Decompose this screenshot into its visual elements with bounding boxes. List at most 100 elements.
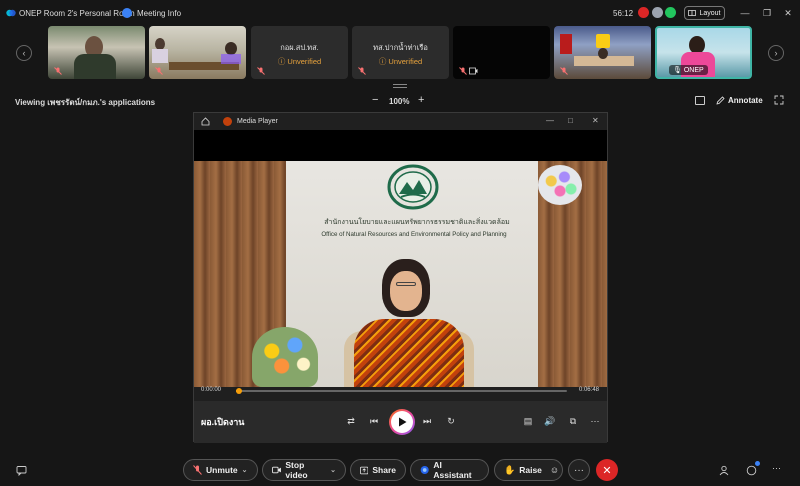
play-button[interactable] [389,409,415,435]
raise-hand-button[interactable]: ✋ Raise ☺ [494,459,563,481]
muted-mic-icon [560,67,568,75]
participant-tile-5[interactable] [453,26,550,79]
media-player-titlebar: Media Player — □ ✕ [194,113,607,130]
chat-bubble-icon[interactable] [746,465,757,476]
annotate-label: Annotate [728,96,763,105]
participant-tile-6[interactable] [554,26,651,79]
time-elapsed: 0:00:00 [201,387,222,393]
participant-name: กอผ.สป.ทส. [280,43,319,52]
mic-status-icon[interactable] [652,7,663,18]
video-off-icon [469,67,478,75]
restore-window-icon[interactable]: ❐ [761,7,773,19]
playback-controls: ผอ.เปิดงาน ⇄ ⏮ ⏭ ↻ ▤ 🔊 ⧉ ⋯ [194,401,607,443]
more-options-button[interactable]: ··· [568,459,590,481]
filmstrip-prev-button[interactable]: ‹ [16,45,32,61]
unverified-status: ⓘ Unverified [277,57,322,66]
shield-info-icon[interactable] [122,8,132,18]
participant-tile-1[interactable] [48,26,145,79]
ai-assistant-button[interactable]: AI Assistant [410,459,489,481]
ai-assistant-icon [420,465,429,475]
annotate-button[interactable]: Annotate [716,96,763,105]
unmute-button[interactable]: Unmute ⌄ [183,459,258,481]
layout-label: Layout [699,9,721,17]
muted-mic-icon [459,67,467,75]
speaker-face [390,271,422,311]
chevron-down-icon[interactable]: ⌄ [330,466,336,474]
media-player-logo-icon [223,117,232,126]
home-icon[interactable] [201,117,210,126]
more-options-icon[interactable]: ⋯ [588,414,602,428]
unverified-status: ⓘ Unverified [378,57,423,66]
network-status-icon[interactable] [665,7,676,18]
participant-tile-active-speaker[interactable]: 🎙 ONEP [655,26,752,79]
seek-knob[interactable] [236,388,243,394]
participant-name-badge: 🎙 ONEP [669,65,708,75]
video-frame[interactable]: สำนักงานนโยบายและแผนทรัพยากรธรรมชาติและส… [194,161,607,387]
speaker-dress [354,319,464,387]
close-window-icon[interactable]: ✕ [782,7,794,19]
participant-name: ทส.ปากน้ำท่าเรือ [373,43,428,52]
notification-dot [755,461,760,466]
muted-mic-icon [193,465,202,475]
share-label: Share [372,465,396,475]
flower-decoration-top [538,165,582,205]
share-screen-icon [360,466,369,474]
shuffle-icon[interactable]: ⇄ [344,414,358,428]
captions-icon[interactable]: ▤ [521,414,535,428]
drag-handle-icon[interactable] [393,84,407,88]
meeting-controls-bar: Unmute ⌄ Stop video ⌄ Share AI Assistant… [0,454,800,486]
meeting-timer: 56:12 [613,9,634,18]
muted-mic-icon [155,67,163,75]
stop-video-label: Stop video [285,460,308,480]
pop-out-icon[interactable] [695,96,705,105]
agency-name-thai: สำนักงานนโยบายและแผนทรัพยากรธรรมชาติและส… [324,219,510,226]
participant-tile-4[interactable]: ทส.ปากน้ำท่าเรือ ⓘ Unverified [352,26,449,79]
video-letterbox [194,130,607,161]
meeting-info-link[interactable]: Meeting Info [137,9,181,18]
participant-tile-2[interactable] [149,26,246,79]
pencil-icon [716,96,725,105]
filmstrip-next-button[interactable]: › [768,45,784,61]
video-camera-icon [272,466,281,474]
flower-vase [252,327,318,387]
recording-status-icon[interactable] [638,7,649,18]
participant-tile-3[interactable]: กอผ.สป.ทส. ⓘ Unverified [251,26,348,79]
repeat-icon[interactable]: ↻ [444,414,458,428]
minimize-window-icon[interactable]: — [739,7,751,19]
zoom-level: 100% [389,97,410,106]
media-player-title: Media Player [237,118,278,125]
play-icon [398,417,406,427]
webex-logo-icon [6,9,16,17]
layout-grid-icon [688,10,697,16]
zoom-out-button[interactable]: − [372,94,378,106]
viewing-label: Viewing เพชรรัตน์/กมภ.'s applications [15,98,156,107]
zoom-in-button[interactable]: + [418,94,424,106]
agency-name-english: Office of Natural Resources and Environm… [321,231,507,238]
title-bar: ONEP Room 2's Personal Room Meeting Info… [0,0,800,26]
mini-player-icon[interactable]: ⧉ [566,414,580,428]
seek-track[interactable] [236,388,567,394]
raise-label: Raise [519,465,542,475]
meeting-window: ONEP Room 2's Personal Room Meeting Info… [0,0,800,486]
minimize-icon[interactable]: — [546,116,554,125]
seek-bar-row: 0:00:00 0:06:48 [194,387,607,401]
chevron-down-icon[interactable]: ⌄ [242,466,248,474]
leave-meeting-button[interactable]: ✕ [596,459,618,481]
share-button[interactable]: Share [350,459,406,481]
reactions-icon[interactable]: ☺ [550,465,559,475]
muted-mic-icon [54,67,62,75]
time-total: 0:06:48 [578,387,599,393]
participants-icon[interactable] [719,465,730,476]
close-icon[interactable]: ✕ [592,116,599,125]
muted-mic-icon [257,67,265,75]
expand-icon[interactable] [774,95,784,105]
previous-track-icon[interactable]: ⏮ [367,414,381,428]
maximize-icon[interactable]: □ [568,116,573,125]
hand-icon: ✋ [504,464,516,475]
volume-icon[interactable]: 🔊 [543,414,557,428]
stop-video-button[interactable]: Stop video ⌄ [262,459,346,481]
layout-button[interactable]: Layout [684,6,725,20]
app-title: ONEP Room 2's Personal Room [19,9,135,18]
more-panels-icon[interactable]: ⋯ [772,463,781,474]
next-track-icon[interactable]: ⏭ [420,414,434,428]
